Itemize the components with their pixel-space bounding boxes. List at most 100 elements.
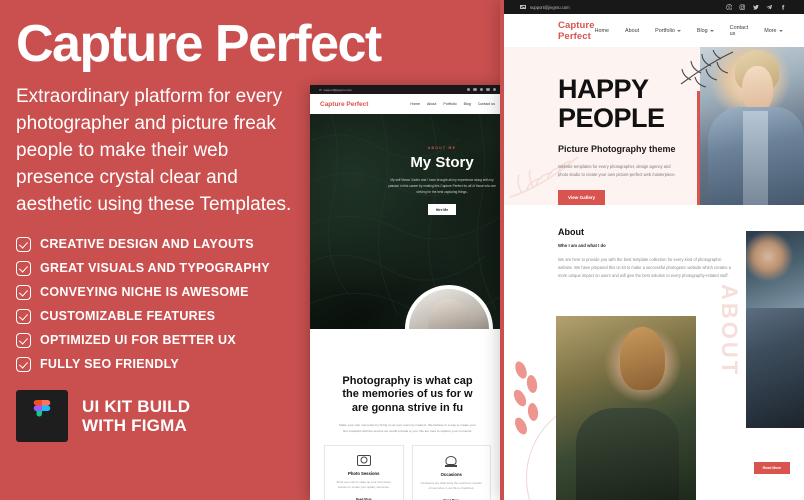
gallery-photo-side — [746, 308, 804, 428]
check-icon — [16, 284, 31, 300]
chevron-down-icon — [676, 29, 681, 32]
mid-cards: Photo Sessions Book your slot to make up… — [310, 435, 505, 500]
mid-menu: Home About Portfolio Blog Contact us — [410, 102, 495, 106]
list-item: GREAT VISUALS AND TYPOGRAPHY — [16, 260, 330, 276]
list-item: OPTIMIZED UI FOR BETTER UX — [16, 332, 330, 348]
photo-hair — [620, 327, 666, 390]
hero-section: HAPPY PEOPLE Picture Photography theme W… — [502, 47, 804, 205]
chevron-down-icon — [709, 29, 714, 32]
about-section: About Who I am and what I do We are here… — [502, 205, 804, 377]
gallery-section: Read More — [502, 308, 804, 500]
telegram-icon[interactable] — [486, 87, 490, 92]
mockup-middle-screen: ✉ support@jiegsru.com Capture Perfect Ho… — [310, 85, 505, 500]
menu-item-label: More — [764, 27, 777, 34]
menu-item-portfolio[interactable]: Portfolio — [655, 28, 681, 34]
mid-quote-paragraph: Make your own memories by hiring us as y… — [339, 423, 476, 434]
mid-card-occasions[interactable]: Occasions Occasions are what bring the m… — [411, 444, 491, 500]
mid-quote-line3: are gonna strive in fu — [351, 401, 464, 414]
red-edge-strip — [500, 0, 504, 500]
skype-icon[interactable] — [466, 87, 470, 92]
occasion-icon — [445, 455, 458, 467]
list-item: FULLY SEO FRIENDLY — [16, 356, 330, 372]
main-menu: Home About Portfolio Blog Contact us Mor… — [595, 25, 783, 37]
mid-hero-eyebrow: ABOUT ME — [427, 146, 457, 150]
feature-label: CUSTOMIZABLE FEATURES — [40, 309, 216, 324]
twitter-icon[interactable] — [752, 4, 760, 11]
facebook-icon[interactable] — [492, 87, 496, 92]
list-item: CREATIVE DESIGN AND LAYOUTS — [16, 236, 330, 252]
mid-menu-item-contact[interactable]: Contact us — [478, 102, 495, 106]
navbar: Capture Perfect Home About Portfolio Blo… — [502, 14, 804, 47]
mid-card-title: Photo Sessions — [348, 470, 380, 476]
hero-content: HAPPY PEOPLE Picture Photography theme W… — [502, 47, 678, 205]
chevron-down-icon — [778, 29, 783, 32]
list-item: CONVEYING NICHE IS AWESOME — [16, 284, 330, 300]
promo-description: Extraordinary platform for every photogr… — [16, 86, 292, 215]
twitter-icon[interactable] — [479, 87, 483, 92]
feature-label: GREAT VISUALS AND TYPOGRAPHY — [40, 261, 270, 276]
menu-item-blog[interactable]: Blog — [697, 28, 714, 34]
mid-menu-item-blog[interactable]: Blog — [464, 102, 471, 106]
menu-item-more[interactable]: More — [764, 27, 783, 34]
skype-icon[interactable] — [725, 3, 733, 11]
about-watermark: ABOUT — [717, 283, 742, 377]
feature-label: CONVEYING NICHE IS AWESOME — [40, 285, 249, 300]
mid-menu-item-home[interactable]: Home — [410, 102, 420, 106]
mid-quote-line2: the memories of us for w — [342, 388, 473, 401]
mid-hero-cta-button[interactable]: Hire Me — [427, 204, 457, 216]
hero-title-line2: PEOPLE — [558, 102, 665, 133]
facebook-icon[interactable] — [780, 4, 787, 11]
leaf-decoration-icon — [513, 361, 539, 435]
instagram-icon[interactable] — [473, 87, 477, 92]
mid-quote-section: Photography is what cap the memories of … — [310, 329, 505, 435]
mid-navbar: Capture Perfect Home About Portfolio Blo… — [310, 94, 505, 114]
promo-panel: Capture Perfect Extraordinary platform f… — [0, 0, 382, 500]
mid-social-icons — [466, 87, 496, 92]
figma-badge: UI KIT BUILD WITH FIGMA — [16, 389, 330, 442]
list-item: CUSTOMIZABLE FEATURES — [16, 308, 330, 324]
check-icon — [16, 236, 31, 252]
feature-label: OPTIMIZED UI FOR BETTER UX — [40, 333, 236, 348]
olive-branch-icon — [680, 50, 734, 88]
check-icon — [16, 332, 31, 348]
instagram-icon[interactable] — [739, 4, 746, 11]
logo[interactable]: Capture Perfect — [558, 20, 595, 42]
check-icon — [16, 260, 31, 276]
check-icon — [16, 308, 31, 324]
menu-item-about[interactable]: About — [625, 28, 639, 34]
mid-card-text: Book your slot to make up your best phot… — [336, 479, 391, 490]
gallery-read-more-button[interactable]: Read More — [753, 462, 790, 474]
telegram-icon[interactable] — [766, 4, 773, 11]
photo-jacket — [708, 107, 804, 205]
topbar-email-text: support@jiegsru.com — [530, 4, 570, 10]
hero-title-line1: HAPPY — [558, 74, 649, 104]
view-gallery-button[interactable]: View Gallery — [558, 190, 606, 205]
topbar-email[interactable]: support@jiegsru.com — [520, 5, 570, 10]
mid-menu-item-about[interactable]: About — [427, 102, 436, 106]
menu-item-label: About — [625, 27, 640, 34]
mid-hero-content: ABOUT ME My Story My self Marco Xavier a… — [387, 146, 497, 216]
check-icon — [16, 356, 31, 372]
mid-hero-paragraph: My self Marco Xavier and I have brought … — [388, 178, 496, 194]
mid-card-title: Occasions — [440, 471, 462, 477]
about-paragraph: We are here to provide you with the best… — [558, 257, 731, 279]
figma-badge-text: UI KIT BUILD WITH FIGMA — [82, 397, 190, 435]
social-icons — [725, 3, 787, 11]
menu-item-home[interactable]: Home — [595, 28, 609, 34]
mid-card-text: Occasions are what bring the maximum num… — [420, 480, 482, 491]
camera-icon — [356, 454, 371, 466]
mid-hero: ABOUT ME My Story My self Marco Xavier a… — [310, 114, 505, 329]
page-title: Capture Perfect — [16, 15, 382, 73]
hero-subtitle: Picture Photography theme — [558, 144, 676, 155]
mockup-front-screen: support@jiegsru.com Capture Perfect Home… — [502, 0, 804, 500]
topbar: support@jiegsru.com — [502, 0, 804, 14]
mid-quote-line1: Photography is what cap — [342, 375, 473, 387]
mid-menu-item-portfolio[interactable]: Portfolio — [443, 102, 456, 106]
menu-item-contact-us[interactable]: Contact us — [730, 25, 749, 37]
mid-hero-title: My Story — [410, 154, 474, 171]
hero-paragraph: Website templates for every photographer… — [558, 164, 676, 178]
mid-topbar: ✉ support@jiegsru.com — [310, 85, 505, 94]
menu-item-label: Home — [594, 27, 609, 34]
feature-label: CREATIVE DESIGN AND LAYOUTS — [40, 237, 254, 252]
mid-card-photo-sessions[interactable]: Photo Sessions Book your slot to make up… — [324, 444, 404, 500]
